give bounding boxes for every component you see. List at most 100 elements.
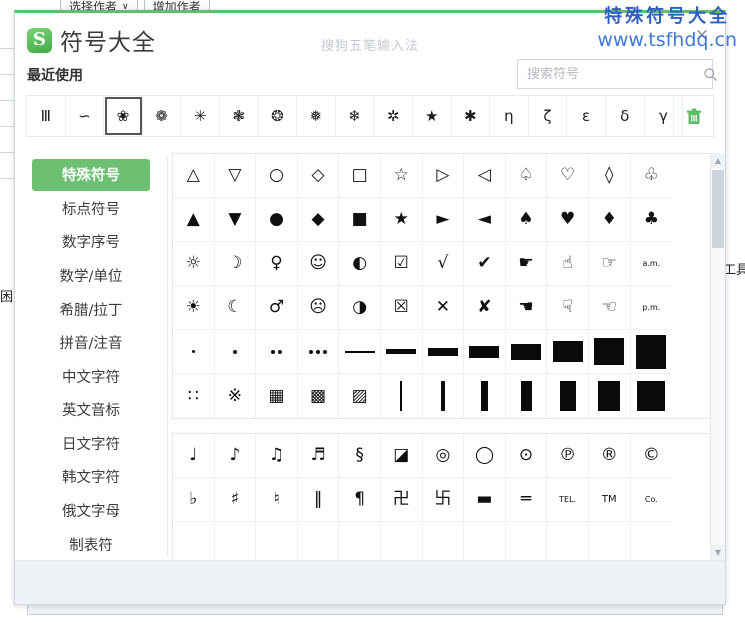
symbol-cell[interactable] [339, 330, 381, 374]
symbol-cell[interactable]: ◐ [339, 242, 381, 286]
symbol-cell[interactable]: ☾ [215, 286, 257, 330]
search-input[interactable] [518, 67, 703, 82]
symbol-cell[interactable]: ▲ [173, 198, 215, 242]
symbol-cell[interactable]: ♯ [215, 478, 257, 522]
recent-symbol-cell[interactable]: ❀ [104, 96, 143, 136]
symbol-cell[interactable]: ♫ [256, 434, 298, 478]
sidebar-item-8[interactable]: 日文字符 [32, 428, 150, 460]
symbol-cell[interactable]: ☜ [589, 286, 631, 330]
symbol-cell[interactable]: ℗ [547, 434, 589, 478]
symbol-cell[interactable]: ♠ [506, 198, 548, 242]
recent-symbol-cell[interactable]: ✳ [181, 96, 220, 136]
symbol-cell[interactable]: ♮ [256, 478, 298, 522]
symbol-cell[interactable] [464, 374, 506, 418]
symbol-cell[interactable] [547, 330, 589, 374]
symbol-cell[interactable]: ◪ [381, 434, 423, 478]
recent-symbol-cell[interactable]: ζ [529, 96, 568, 136]
symbol-cell[interactable]: § [339, 434, 381, 478]
symbol-cell[interactable] [173, 522, 215, 560]
symbol-cell[interactable]: ♧ [631, 154, 673, 198]
sidebar-item-9[interactable]: 韩文字符 [32, 461, 150, 493]
sidebar-item-10[interactable]: 俄文字母 [32, 495, 150, 527]
symbol-cell[interactable]: ▽ [215, 154, 257, 198]
symbol-cell[interactable]: ♥ [547, 198, 589, 242]
sidebar-item-1[interactable]: 标点符号 [32, 193, 150, 225]
symbol-cell[interactable]: ☛ [506, 242, 548, 286]
symbol-cell[interactable]: ☞ [589, 242, 631, 286]
symbol-cell[interactable] [631, 374, 673, 418]
sidebar-item-5[interactable]: 拼音/注音 [32, 327, 150, 359]
symbol-cell[interactable] [589, 374, 631, 418]
symbol-cell[interactable]: ☚ [506, 286, 548, 330]
symbol-cell[interactable]: ☝ [547, 242, 589, 286]
symbol-cell[interactable] [589, 330, 631, 374]
symbol-cell[interactable] [506, 374, 548, 418]
symbol-cell[interactable]: ◎ [423, 434, 465, 478]
symbol-cell[interactable] [256, 330, 298, 374]
symbol-cell[interactable]: ▨ [339, 374, 381, 418]
recent-symbol-cell[interactable]: ε [567, 96, 606, 136]
symbol-cell[interactable] [381, 522, 423, 560]
symbol-cell[interactable] [589, 522, 631, 560]
symbol-cell[interactable] [173, 330, 215, 374]
symbol-cell[interactable]: TEL. [547, 478, 589, 522]
search-box[interactable] [517, 59, 713, 89]
symbol-cell[interactable]: ✔ [464, 242, 506, 286]
recent-symbol-cell[interactable]: ❅ [297, 96, 336, 136]
recent-symbol-cell[interactable]: ❄ [336, 96, 375, 136]
symbol-cell[interactable]: p.m. [631, 286, 673, 330]
symbol-cell[interactable]: ▷ [423, 154, 465, 198]
symbol-cell[interactable]: ♪ [215, 434, 257, 478]
symbol-cell[interactable]: ■ [339, 198, 381, 242]
symbol-cell[interactable]: ☀ [173, 286, 215, 330]
symbol-cell[interactable]: ◊ [589, 154, 631, 198]
clear-recent-icon[interactable] [673, 96, 713, 136]
symbol-cell[interactable] [631, 330, 673, 374]
recent-symbol-cell[interactable]: ❃ [220, 96, 259, 136]
symbol-cell[interactable] [423, 374, 465, 418]
vertical-scrollbar[interactable]: ▲ ▼ [710, 153, 725, 560]
symbol-cell[interactable]: ® [589, 434, 631, 478]
symbol-cell[interactable]: TM [589, 478, 631, 522]
close-icon[interactable]: ✕ [693, 27, 711, 45]
symbol-cell[interactable] [506, 522, 548, 560]
symbol-cell[interactable]: ☒ [381, 286, 423, 330]
symbol-cell[interactable]: ♀ [256, 242, 298, 286]
symbol-cell[interactable]: ¶ [339, 478, 381, 522]
symbol-cell[interactable]: ◇ [298, 154, 340, 198]
symbol-cell[interactable]: ♦ [589, 198, 631, 242]
symbol-cell[interactable]: ☹ [298, 286, 340, 330]
recent-symbol-cell[interactable]: η [490, 96, 529, 136]
symbol-cell[interactable]: ▼ [215, 198, 257, 242]
search-icon[interactable] [703, 67, 718, 82]
symbol-cell[interactable]: ▦ [256, 374, 298, 418]
symbol-cell[interactable]: ∷ [173, 374, 215, 418]
symbol-cell[interactable]: ♬ [298, 434, 340, 478]
symbol-cell[interactable]: ○ [256, 154, 298, 198]
recent-symbol-cell[interactable]: ❁ [143, 96, 182, 136]
symbol-cell[interactable]: ☺ [298, 242, 340, 286]
symbol-cell[interactable] [298, 522, 340, 560]
symbol-cell[interactable]: ‖ [298, 478, 340, 522]
symbol-cell[interactable]: ♡ [547, 154, 589, 198]
symbol-cell[interactable]: ◄ [464, 198, 506, 242]
recent-symbol-cell[interactable]: ∽ [66, 96, 105, 136]
symbol-cell[interactable]: Co. [631, 478, 673, 522]
symbol-cell[interactable]: ✕ [423, 286, 465, 330]
symbol-cell[interactable]: ⊙ [506, 434, 548, 478]
symbol-cell[interactable] [339, 522, 381, 560]
symbol-cell[interactable]: a.m. [631, 242, 673, 286]
symbol-cell[interactable] [423, 522, 465, 560]
scroll-down-icon[interactable]: ▼ [711, 545, 725, 560]
symbol-cell[interactable]: ♣ [631, 198, 673, 242]
symbol-cell[interactable]: ◁ [464, 154, 506, 198]
symbol-cell[interactable]: √ [423, 242, 465, 286]
symbol-cell[interactable]: ♩ [173, 434, 215, 478]
symbol-cell[interactable] [423, 330, 465, 374]
symbol-cell[interactable]: ※ [215, 374, 257, 418]
sidebar-item-7[interactable]: 英文音标 [32, 394, 150, 426]
symbol-cell[interactable]: ☑ [381, 242, 423, 286]
symbol-cell[interactable]: ✘ [464, 286, 506, 330]
symbol-cell[interactable] [381, 330, 423, 374]
symbol-cell[interactable] [464, 522, 506, 560]
